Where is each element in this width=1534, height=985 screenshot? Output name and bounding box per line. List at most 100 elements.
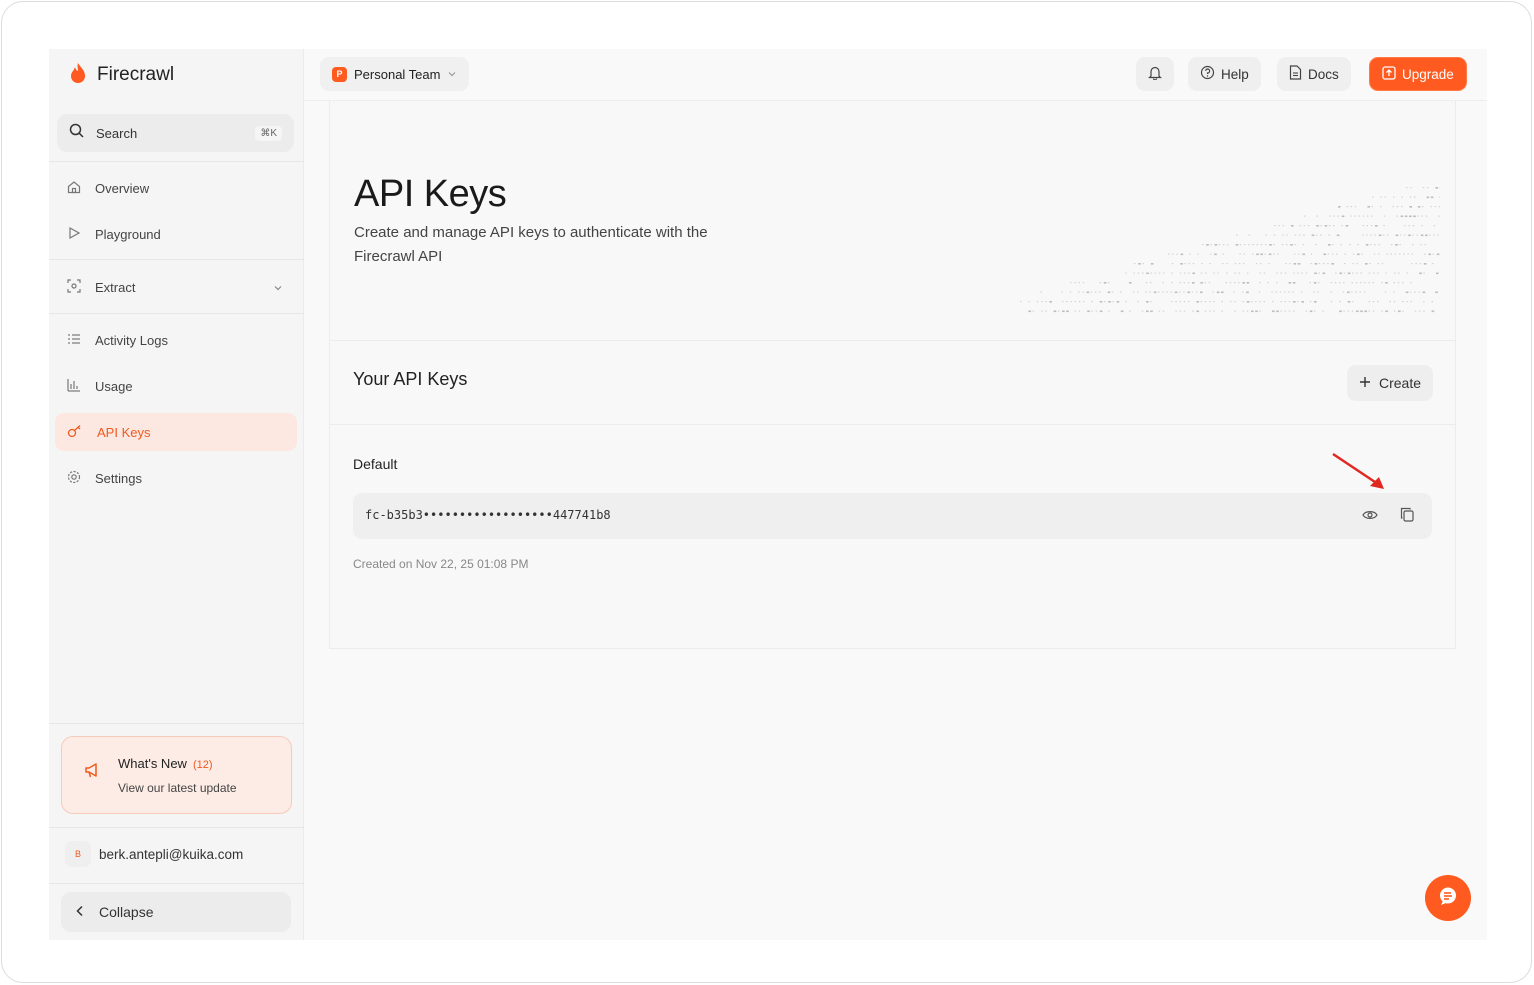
help-circle-icon <box>1200 65 1215 83</box>
ascii-dot <box>1424 244 1426 246</box>
ascii-dot <box>1269 244 1272 246</box>
ascii-dot <box>1307 225 1310 227</box>
ascii-dot <box>1213 301 1215 303</box>
ascii-dot <box>1066 301 1068 303</box>
ascii-dot <box>1293 310 1295 312</box>
ascii-dot <box>1150 301 1152 303</box>
ascii-dot <box>1302 253 1305 256</box>
ascii-dot <box>1082 282 1085 284</box>
ascii-dot <box>1362 234 1364 236</box>
ascii-dot <box>1057 310 1060 312</box>
api-key-value[interactable]: fc-b35b3••••••••••••••••••447741b8 <box>365 508 611 522</box>
help-button[interactable]: Help <box>1188 57 1261 91</box>
ascii-dot <box>1179 272 1182 274</box>
sidebar-item-label: Playground <box>95 226 161 242</box>
notifications-button[interactable] <box>1136 57 1174 91</box>
user-account[interactable]: B berk.antepli@kuika.com <box>65 841 243 867</box>
api-key-field[interactable]: fc-b35b3••••••••••••••••••447741b8 <box>353 493 1432 539</box>
sidebar-item-usage[interactable]: Usage <box>55 367 297 405</box>
ascii-dot <box>1192 282 1195 284</box>
ascii-dot <box>1346 206 1348 208</box>
bell-icon <box>1148 65 1162 83</box>
sidebar-item-activity-logs[interactable]: Activity Logs <box>55 321 297 359</box>
sidebar-item-api-keys[interactable]: API Keys <box>55 413 297 451</box>
sidebar-item-overview[interactable]: Overview <box>55 169 297 207</box>
team-selector[interactable]: P Personal Team <box>320 57 470 91</box>
ascii-dot <box>1367 215 1369 217</box>
ascii-dot <box>1062 301 1064 303</box>
copy-key-icon[interactable] <box>1400 507 1414 527</box>
divider <box>49 723 304 724</box>
ascii-dot <box>1298 253 1300 255</box>
ascii-dot <box>1104 301 1106 303</box>
collapse-button[interactable]: Collapse <box>61 892 291 932</box>
ascii-dot <box>1184 272 1186 274</box>
ascii-dot <box>1316 215 1318 217</box>
sidebar: Firecrawl Search ⌘K Overview Playground … <box>49 49 304 940</box>
ascii-dot <box>1120 291 1122 293</box>
ascii-dot <box>1275 291 1277 293</box>
ascii-dot <box>1252 253 1254 255</box>
ascii-dot <box>1209 263 1211 265</box>
ascii-dot <box>1336 253 1338 255</box>
ascii-dot <box>1162 291 1164 293</box>
ascii-dot <box>1402 310 1404 312</box>
ascii-dot <box>1234 263 1237 265</box>
ascii-dot <box>1414 196 1416 198</box>
ascii-dot <box>1216 291 1220 294</box>
ascii-dot <box>1197 253 1199 255</box>
ascii-dot <box>1409 196 1412 198</box>
ascii-dot <box>1396 206 1399 208</box>
ascii-dot <box>1284 310 1286 312</box>
ascii-dot <box>1256 244 1258 246</box>
ascii-dot <box>1235 244 1239 246</box>
ascii-dot <box>1234 301 1236 303</box>
ascii-dot <box>1132 291 1135 293</box>
brand[interactable]: Firecrawl <box>69 61 174 89</box>
whats-new-card[interactable]: What's New (12) View our latest update <box>61 736 292 814</box>
ascii-dot <box>1327 253 1329 255</box>
ascii-dot <box>1305 272 1308 274</box>
ascii-dot <box>1230 301 1232 303</box>
ascii-dot <box>1284 272 1287 274</box>
ascii-dot <box>1284 291 1286 293</box>
ascii-dot <box>1183 291 1185 293</box>
ascii-dot <box>1179 291 1181 293</box>
divider <box>49 883 304 884</box>
sidebar-item-label: Overview <box>95 180 150 196</box>
ascii-dot <box>1134 263 1136 265</box>
brand-name: Firecrawl <box>97 64 175 85</box>
sidebar-item-extract[interactable]: Extract <box>55 268 297 306</box>
ascii-dot <box>1366 234 1368 236</box>
ascii-dot <box>1137 301 1139 303</box>
ascii-dot <box>1276 272 1278 274</box>
ascii-dot <box>1195 291 1198 293</box>
ascii-dot <box>1032 310 1034 312</box>
chat-support-button[interactable] <box>1425 875 1471 921</box>
sidebar-item-settings[interactable]: Settings <box>55 459 297 497</box>
upgrade-button[interactable]: Upgrade <box>1369 57 1467 91</box>
ascii-dot <box>1162 310 1165 312</box>
ascii-dot <box>1289 263 1291 265</box>
ascii-dot <box>1404 215 1408 218</box>
ascii-dot <box>1318 272 1320 274</box>
create-key-button[interactable]: Create <box>1346 365 1433 401</box>
ascii-dot <box>1414 310 1417 312</box>
ascii-dot <box>1430 206 1432 208</box>
ascii-dot <box>1281 244 1284 246</box>
ascii-dot <box>1242 310 1244 312</box>
sidebar-item-playground[interactable]: Playground <box>55 215 297 253</box>
ascii-dot <box>1339 282 1341 284</box>
ascii-dot <box>1213 272 1215 274</box>
ascii-dot <box>1233 291 1235 293</box>
docs-button[interactable]: Docs <box>1277 57 1351 91</box>
ascii-dot <box>1338 206 1341 208</box>
search-box[interactable]: Search ⌘K <box>57 114 294 152</box>
ascii-dot <box>1277 253 1279 255</box>
ascii-dot <box>1282 225 1284 227</box>
ascii-dot <box>1340 244 1342 246</box>
ascii-dot <box>1066 310 1069 313</box>
show-key-eye-icon[interactable] <box>1362 508 1378 526</box>
ascii-dot <box>1268 263 1270 265</box>
ascii-dot <box>1370 234 1372 236</box>
